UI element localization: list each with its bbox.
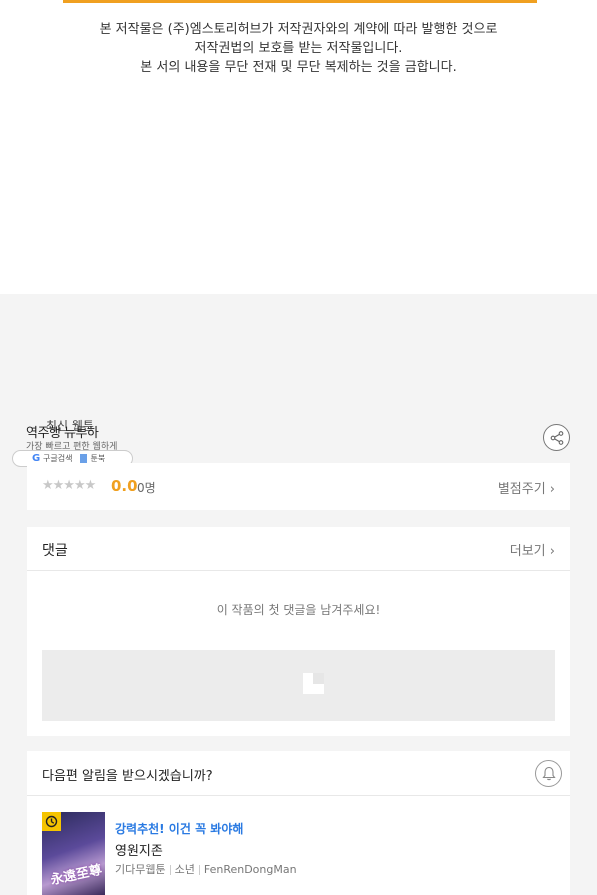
comment-input[interactable] <box>42 650 555 721</box>
comment-header: 댓글 더보기 › <box>27 527 570 571</box>
rating-score: 0.0 <box>111 477 138 495</box>
recommendation-tag: 강력추천! 이건 꼭 봐야해 <box>115 822 244 836</box>
orange-divider <box>63 0 537 3</box>
star-icon[interactable]: ★★★★★ <box>42 478 96 493</box>
bell-icon <box>541 766 556 781</box>
meta-divider <box>169 865 171 875</box>
clock-icon <box>42 812 61 831</box>
genre-label: 기다무웹툰 <box>115 863 166 876</box>
copyright-line: 본 저작물은 (주)엠스토리허브가 저작권자와의 계약에 따라 발행한 것으로 <box>99 22 498 37</box>
brand-name: 툰북 <box>90 454 106 463</box>
more-button[interactable]: 더보기 › <box>510 540 555 559</box>
notify-toggle-button[interactable] <box>535 760 562 787</box>
author-label: FenRenDongMan <box>203 863 297 876</box>
chevron-right-icon: › <box>549 482 555 497</box>
share-icon <box>550 430 563 445</box>
meta-divider <box>198 865 200 875</box>
notify-header: 다음편 알림을 받으시겠습니까? <box>27 751 570 796</box>
thumbnail-title-art: 永遠至尊 <box>49 862 104 889</box>
recommendation-meta: 기다무웹툰 소년 FenRenDongMan <box>115 861 297 877</box>
notification-section: 다음편 알림을 받으시겠습니까? 永遠至尊 강력추천! 이건 꼭 봐야해 영원지… <box>27 751 570 895</box>
rating-count: 0명 <box>137 481 156 495</box>
chevron-right-icon: › <box>549 544 555 559</box>
comment-section: 댓글 더보기 › 이 작품의 첫 댓글을 남겨주세요! <box>27 527 570 736</box>
copyright-line: 저작권법의 보호를 받는 저작물입니다. <box>194 41 403 56</box>
book-icon <box>80 454 88 463</box>
viewer-footer: 본 저작물은 (주)엠스토리허브가 저작권자와의 계약에 따라 발행한 것으로 … <box>0 0 597 294</box>
rating-card: ★★★★★ 0.0 0명 별점주기 › <box>27 463 570 510</box>
notify-question: 다음편 알림을 받으시겠습니까? <box>42 769 213 784</box>
placeholder-icon <box>303 673 324 694</box>
comment-title: 댓글 <box>42 543 68 559</box>
recommendation-thumbnail[interactable]: 永遠至尊 <box>42 812 105 895</box>
copyright-line: 본 서의 내용을 무단 전재 및 무단 복제하는 것을 금합니다. <box>140 60 457 75</box>
copyright-notice: 본 저작물은 (주)엠스토리허브가 저작권자와의 계약에 따라 발행한 것으로 … <box>0 20 597 77</box>
site-logo-overlay[interactable]: 최신 웹툰 역주행 뉴투하 가장 빠르고 편한 웹하게 G 구글검색 툰북 <box>12 420 134 468</box>
category-label: 소년 <box>174 863 195 876</box>
recommendation-title[interactable]: 영원지존 <box>115 840 163 859</box>
rate-button[interactable]: 별점주기 › <box>498 478 555 497</box>
share-button[interactable] <box>543 424 570 451</box>
more-label: 더보기 <box>509 544 546 559</box>
empty-comment-message: 이 작품의 첫 댓글을 남겨주세요! <box>216 603 381 617</box>
rate-label: 별점주기 <box>497 482 546 497</box>
